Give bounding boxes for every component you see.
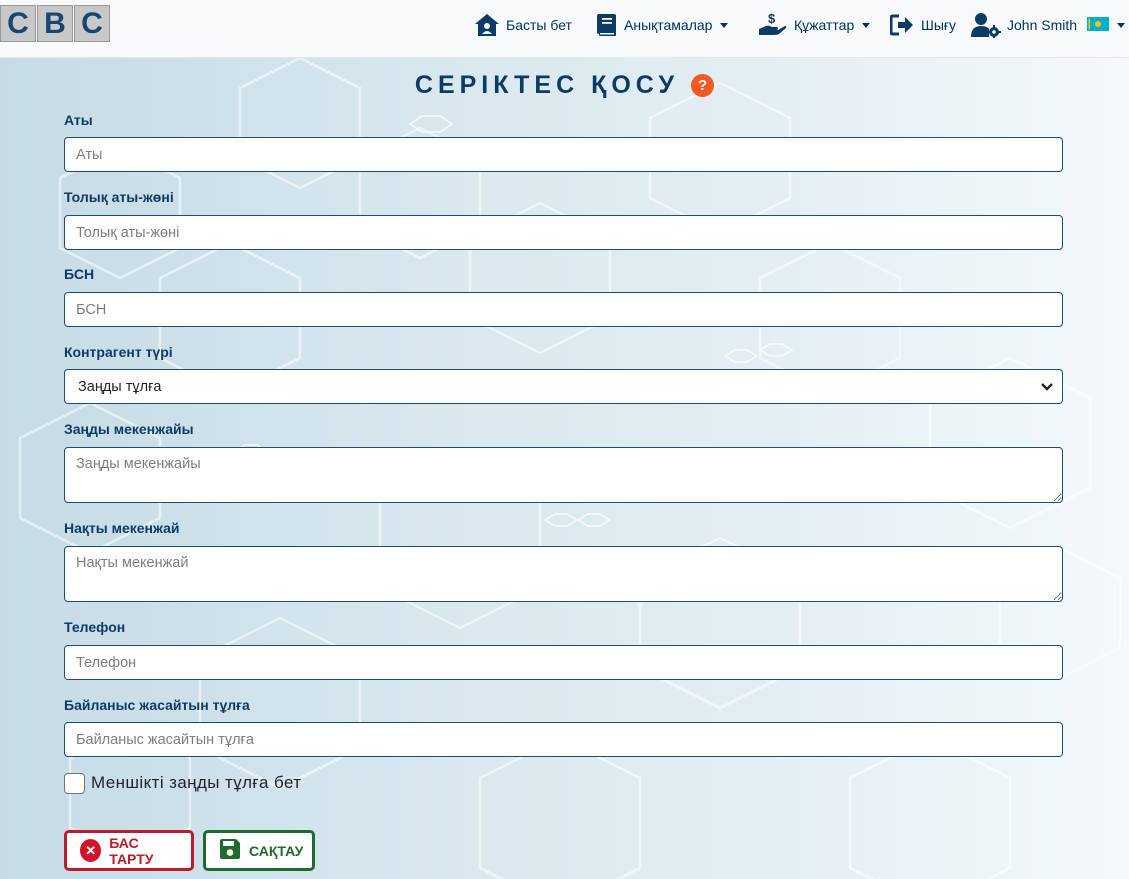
bin-label: БСН bbox=[64, 266, 95, 282]
chevron-down-icon bbox=[1040, 382, 1054, 392]
nav-user-menu[interactable]: John Smith bbox=[971, 10, 1126, 40]
contact-person-label: Байланыс жасайтын тұлға bbox=[64, 697, 250, 713]
svg-text:$: $ bbox=[768, 12, 776, 26]
cancel-button-label: БАС ТАРТУ bbox=[109, 834, 154, 867]
name-label: Аты bbox=[64, 112, 93, 128]
own-entity-row: Меншікті заңды тұлға бет bbox=[64, 771, 301, 795]
bin-input[interactable] bbox=[64, 292, 1063, 327]
nav-home-label: Басты бет bbox=[506, 17, 572, 33]
nav-user-label: John Smith bbox=[1007, 17, 1078, 33]
legal-address-label: Заңды мекенжайы bbox=[64, 421, 194, 437]
nav-documents[interactable]: $ Құжаттар bbox=[758, 10, 871, 40]
navbar: C B C Басты бет Анықтамалар $ Құжаттар Ш… bbox=[0, 0, 1129, 58]
chevron-down-icon bbox=[720, 22, 729, 28]
logo-letter-text: C bbox=[81, 6, 103, 40]
nav-references[interactable]: Анықтамалар bbox=[596, 10, 729, 40]
chevron-down-icon bbox=[1117, 22, 1126, 28]
nav-logout-label: Шығу bbox=[921, 17, 956, 33]
logo-letter-text: B bbox=[44, 6, 66, 40]
book-icon bbox=[596, 13, 618, 37]
nav-logout[interactable]: Шығу bbox=[890, 10, 956, 40]
user-cog-icon bbox=[971, 12, 1001, 38]
logo-letter-2: B bbox=[37, 5, 73, 42]
cancel-button[interactable]: ✕ БАС ТАРТУ bbox=[64, 830, 194, 871]
logo-letter-1: C bbox=[0, 5, 36, 42]
contact-person-input[interactable] bbox=[64, 722, 1063, 757]
nav-home[interactable]: Басты бет bbox=[474, 10, 572, 40]
full-name-input[interactable] bbox=[64, 215, 1063, 250]
page-title-text: СЕРІКТЕС ҚОСУ bbox=[414, 70, 680, 99]
actual-address-textarea[interactable] bbox=[64, 546, 1063, 602]
hand-dollar-icon: $ bbox=[758, 12, 788, 38]
counterparty-type-selected: Заңды тұлға bbox=[78, 378, 162, 395]
counterparty-type-select[interactable]: Заңды тұлға bbox=[64, 369, 1063, 404]
name-input[interactable] bbox=[64, 137, 1063, 172]
home-icon bbox=[474, 13, 500, 37]
nav-documents-label: Құжаттар bbox=[794, 17, 855, 33]
nav-references-label: Анықтамалар bbox=[624, 17, 713, 33]
brand-logo[interactable]: C B C bbox=[0, 5, 112, 43]
chevron-down-icon bbox=[862, 22, 871, 28]
counterparty-type-label: Контрагент түрі bbox=[64, 344, 173, 360]
own-entity-label[interactable]: Меншікті заңды тұлға бет bbox=[91, 773, 301, 793]
sign-out-icon bbox=[890, 14, 915, 36]
times-circle-icon: ✕ bbox=[80, 839, 102, 862]
legal-address-textarea[interactable] bbox=[64, 447, 1063, 503]
page-title: СЕРІКТЕС ҚОСУ ? bbox=[0, 70, 1129, 100]
own-entity-checkbox[interactable] bbox=[64, 772, 85, 794]
logo-letter-text: C bbox=[7, 6, 29, 40]
logo-letter-3: C bbox=[74, 5, 110, 42]
floppy-disk-icon bbox=[219, 838, 241, 863]
save-button-label: САҚТАУ bbox=[249, 842, 304, 859]
kazakhstan-flag-icon bbox=[1087, 16, 1110, 34]
phone-label: Телефон bbox=[64, 619, 126, 635]
full-name-label: Толық аты-жөні bbox=[64, 189, 174, 205]
actual-address-label: Нақты мекенжай bbox=[64, 520, 180, 536]
question-circle-icon[interactable]: ? bbox=[691, 73, 715, 97]
phone-input[interactable] bbox=[64, 645, 1063, 680]
save-button[interactable]: САҚТАУ bbox=[203, 830, 315, 871]
